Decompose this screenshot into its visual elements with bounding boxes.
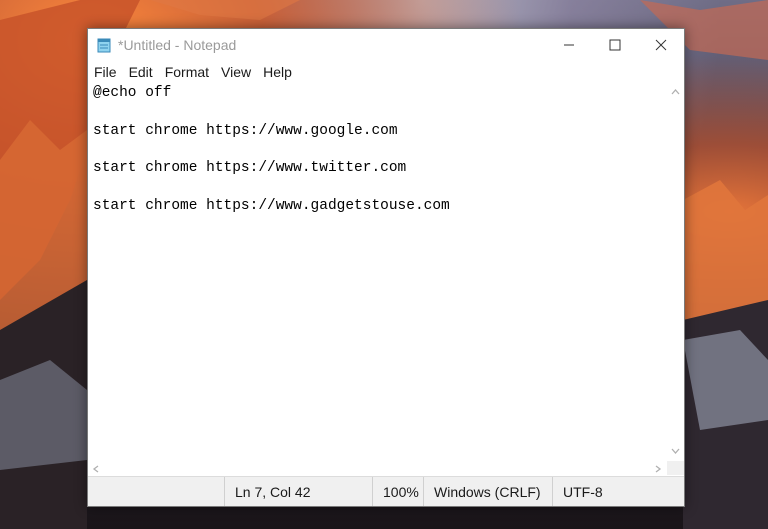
maximize-icon: [609, 39, 621, 51]
status-position: Ln 7, Col 42: [224, 477, 311, 506]
menu-file[interactable]: File: [94, 64, 123, 80]
menu-format[interactable]: Format: [165, 64, 215, 80]
title-bar[interactable]: *Untitled - Notepad: [88, 29, 684, 61]
hscroll-arrows: [92, 465, 662, 473]
scroll-arrows: [671, 89, 680, 454]
editor-line: start chrome https://www.gadgetstouse.co…: [93, 198, 450, 214]
horizontal-scrollbar[interactable]: [88, 461, 667, 475]
editor-line: @echo off: [93, 85, 172, 101]
scrollbar-corner: [667, 461, 684, 475]
status-encoding: UTF-8: [552, 477, 603, 506]
status-line-ending: Windows (CRLF): [423, 477, 541, 506]
window-title: *Untitled - Notepad: [118, 37, 237, 53]
notepad-icon: [96, 37, 112, 53]
status-zoom: 100%: [372, 477, 419, 506]
editor-line: start chrome https://www.google.com: [93, 123, 398, 139]
menu-view[interactable]: View: [221, 64, 257, 80]
menu-bar: File Edit Format View Help: [88, 61, 690, 83]
menu-help[interactable]: Help: [263, 64, 298, 80]
text-editor[interactable]: @echo off start chrome https://www.googl…: [88, 83, 667, 461]
minimize-icon: [564, 44, 574, 46]
notepad-window: *Untitled - Notepad File Edit Format Vie…: [87, 28, 685, 507]
scroll-right-icon: [655, 465, 662, 473]
close-icon: [655, 39, 667, 51]
status-bar: Ln 7, Col 42 100% Windows (CRLF) UTF-8: [88, 476, 684, 506]
minimize-button[interactable]: [546, 29, 592, 61]
scroll-up-icon: [671, 89, 680, 95]
scroll-down-icon: [671, 448, 680, 454]
vertical-scrollbar[interactable]: [667, 83, 684, 461]
scroll-left-icon: [92, 465, 99, 473]
maximize-button[interactable]: [592, 29, 638, 61]
menu-edit[interactable]: Edit: [129, 64, 159, 80]
close-button[interactable]: [638, 29, 684, 61]
editor-line: start chrome https://www.twitter.com: [93, 160, 407, 176]
